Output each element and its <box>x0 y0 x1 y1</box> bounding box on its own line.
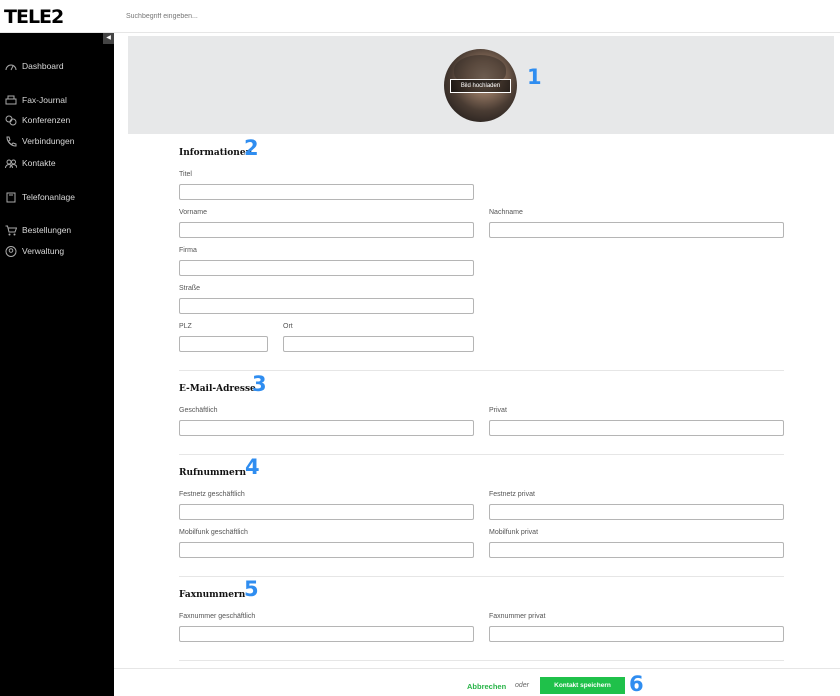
section-title-rufnummern: Rufnummern <box>179 468 247 478</box>
label-nachname: Nachname <box>489 209 523 216</box>
label-mobile-business: Mobilfunk geschäftlich <box>179 529 248 536</box>
mobile-business-field[interactable] <box>179 542 474 558</box>
marker-6: 6 <box>629 672 644 696</box>
plz-field[interactable] <box>179 336 268 352</box>
label-landline-business: Festnetz geschäftlich <box>179 491 245 498</box>
section-title-informationen: Informationen <box>179 148 253 158</box>
avatar-banner: Bild hochladen <box>128 36 834 134</box>
sidebar-item-label: Bestellungen <box>22 225 72 235</box>
tele2-logo[interactable]: TELE2 <box>4 6 64 28</box>
marker-3: 3 <box>252 372 267 396</box>
logo-area: TELE2 <box>0 0 114 33</box>
marker-2: 2 <box>244 136 259 160</box>
label-strasse: Straße <box>179 285 201 292</box>
fax-business-field[interactable] <box>179 626 474 642</box>
label-fax-business: Faxnummer geschäftlich <box>179 613 256 620</box>
cancel-link[interactable]: Abbrechen <box>467 682 506 691</box>
marker-5: 5 <box>244 577 259 601</box>
label-landline-private: Festnetz privat <box>489 491 535 498</box>
sidebar-item-dashboard[interactable]: Dashboard <box>4 58 64 74</box>
ort-field[interactable] <box>283 336 474 352</box>
search-input[interactable] <box>126 10 426 23</box>
section-title-faxnummern: Faxnummern <box>179 590 246 600</box>
sidebar-item-verbindungen[interactable]: Verbindungen <box>4 133 74 149</box>
sidebar-item-kontakte[interactable]: Kontakte <box>4 155 56 171</box>
cart-icon <box>4 225 17 236</box>
phone-icon <box>4 136 17 147</box>
save-contact-button[interactable]: Kontakt speichern <box>540 677 625 694</box>
sidebar-item-label: Fax-Journal <box>22 95 67 105</box>
sidebar-item-label: Kontakte <box>22 158 56 168</box>
section-divider <box>179 370 784 371</box>
titel-field[interactable] <box>179 184 474 200</box>
user-settings-icon <box>4 245 17 257</box>
strasse-field[interactable] <box>179 298 474 314</box>
sidebar-item-konferenzen[interactable]: Konferenzen <box>4 112 70 128</box>
label-email-business: Geschäftlich <box>179 407 218 414</box>
collapse-sidebar-button[interactable]: ◀ <box>103 33 114 44</box>
sidebar-item-telefonanlage[interactable]: Telefonanlage <box>4 189 75 205</box>
section-divider <box>179 660 784 661</box>
section-divider <box>179 576 784 577</box>
section-title-email: E-Mail-Adresse <box>179 384 256 394</box>
nachname-field[interactable] <box>489 222 784 238</box>
avatar[interactable]: Bild hochladen <box>444 49 517 122</box>
upload-image-button[interactable]: Bild hochladen <box>450 79 511 93</box>
mobile-private-field[interactable] <box>489 542 784 558</box>
vorname-field[interactable] <box>179 222 474 238</box>
form-footer: Abbrechen oder Kontakt speichern <box>114 668 840 696</box>
contacts-icon <box>4 158 17 169</box>
label-ort: Ort <box>283 323 293 330</box>
fax-private-field[interactable] <box>489 626 784 642</box>
sidebar-item-fax-journal[interactable]: Fax-Journal <box>4 92 67 108</box>
sidebar-item-label: Konferenzen <box>22 115 71 125</box>
sidebar-item-verwaltung[interactable]: Verwaltung <box>4 243 64 259</box>
label-email-private: Privat <box>489 407 507 414</box>
or-text: oder <box>515 682 530 689</box>
email-private-field[interactable] <box>489 420 784 436</box>
label-firma: Firma <box>179 247 197 254</box>
marker-4: 4 <box>245 455 260 479</box>
label-titel: Titel <box>179 171 192 178</box>
label-fax-private: Faxnummer privat <box>489 613 546 620</box>
pbx-icon <box>4 192 17 203</box>
sidebar-item-label: Verbindungen <box>22 136 75 146</box>
conference-icon <box>4 115 17 126</box>
label-mobile-private: Mobilfunk privat <box>489 529 539 536</box>
landline-private-field[interactable] <box>489 504 784 520</box>
label-vorname: Vorname <box>179 209 208 216</box>
sidebar-item-label: Verwaltung <box>22 246 65 256</box>
marker-1: 1 <box>527 65 542 89</box>
top-bar <box>114 0 840 33</box>
firma-field[interactable] <box>179 260 474 276</box>
sidebar-item-bestellungen[interactable]: Bestellungen <box>4 222 71 238</box>
section-divider <box>179 454 784 455</box>
sidebar-item-label: Dashboard <box>22 61 64 71</box>
sidebar: TELE2 ◀ Dashboard Fax-Journal Konferenze… <box>0 0 114 696</box>
sidebar-item-label: Telefonanlage <box>22 192 75 202</box>
fax-icon <box>4 95 17 106</box>
email-business-field[interactable] <box>179 420 474 436</box>
dashboard-icon <box>4 61 17 72</box>
landline-business-field[interactable] <box>179 504 474 520</box>
label-plz: PLZ <box>179 323 192 330</box>
